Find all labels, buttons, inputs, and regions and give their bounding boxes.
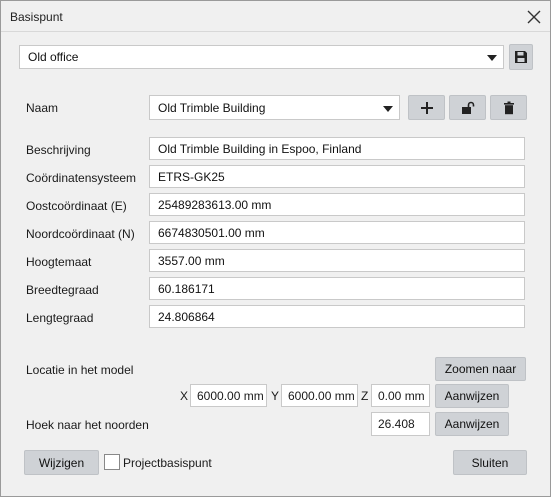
hoogte-value: 3557.00 mm	[158, 253, 225, 268]
hoogte-field[interactable]: 3557.00 mm	[149, 249, 525, 272]
preset-select[interactable]: Old office	[19, 45, 504, 69]
y-coordinate-value: 6000.00 mm	[288, 388, 355, 403]
modify-button-label: Wijzigen	[38, 455, 85, 470]
y-axis-label: Y	[271, 389, 280, 403]
x-coordinate-value: 6000.00 mm	[197, 388, 264, 403]
pick-north-button-label: Aanwijzen	[444, 417, 500, 431]
coordsys-field[interactable]: ETRS-GK25	[149, 165, 525, 188]
close-button[interactable]: Sluiten	[453, 450, 527, 475]
oost-value: 25489283613.00 mm	[158, 197, 272, 212]
naam-select-value: Old Trimble Building	[158, 100, 266, 115]
add-button[interactable]	[408, 95, 445, 120]
project-basepoint-label: Projectbasispunt	[123, 456, 212, 470]
pick-location-button-label: Aanwijzen	[444, 389, 500, 403]
location-label: Locatie in het model	[26, 363, 134, 377]
close-button-label: Sluiten	[471, 455, 509, 470]
close-icon[interactable]	[524, 7, 544, 27]
lock-button[interactable]	[449, 95, 486, 120]
save-preset-button[interactable]	[509, 44, 533, 70]
pick-location-button[interactable]: Aanwijzen	[435, 384, 509, 408]
chevron-down-icon	[383, 105, 393, 112]
beschrijving-value: Old Trimble Building in Espoo, Finland	[158, 141, 362, 156]
breedte-value: 60.186171	[158, 281, 215, 296]
beschrijving-label: Beschrijving	[26, 143, 91, 157]
zoom-to-button-label: Zoomen naar	[444, 362, 517, 376]
unlock-icon	[461, 101, 474, 114]
naam-select[interactable]: Old Trimble Building	[149, 95, 400, 120]
lengte-value: 24.806864	[158, 309, 215, 324]
north-angle-value: 26.408	[378, 417, 415, 431]
project-basepoint-checkbox[interactable]	[104, 454, 120, 470]
noord-label: Noordcoördinaat (N)	[26, 227, 135, 241]
lengte-field[interactable]: 24.806864	[149, 305, 525, 328]
breedte-field[interactable]: 60.186171	[149, 277, 525, 300]
oost-field[interactable]: 25489283613.00 mm	[149, 193, 525, 216]
hoogte-label: Hoogtemaat	[26, 255, 92, 269]
north-angle-field[interactable]: 26.408	[371, 412, 430, 436]
modify-button[interactable]: Wijzigen	[24, 450, 99, 475]
pick-north-button[interactable]: Aanwijzen	[435, 412, 509, 436]
preset-select-value: Old office	[28, 50, 79, 64]
title-bar: Basispunt	[1, 1, 550, 32]
noord-field[interactable]: 6674830501.00 mm	[149, 221, 525, 244]
floppy-disk-icon	[515, 51, 527, 63]
x-axis-label: X	[180, 389, 189, 403]
chevron-down-icon	[487, 55, 497, 61]
window-title: Basispunt	[10, 10, 63, 24]
z-axis-label: Z	[361, 389, 369, 403]
lengte-label: Lengtegraad	[26, 311, 94, 325]
delete-button[interactable]	[490, 95, 527, 120]
zoom-to-button[interactable]: Zoomen naar	[435, 357, 526, 381]
coordsys-value: ETRS-GK25	[158, 169, 225, 184]
y-coordinate-field[interactable]: 6000.00 mm	[281, 384, 358, 407]
breedte-label: Breedtegraad	[26, 283, 99, 297]
north-angle-label: Hoek naar het noorden	[26, 418, 149, 432]
x-coordinate-field[interactable]: 6000.00 mm	[190, 384, 267, 407]
basispunt-dialog: Basispunt Old office Naam Old Trimble Bu…	[0, 0, 551, 497]
trash-icon	[503, 101, 514, 114]
z-coordinate-value: 0.00 mm	[378, 388, 425, 403]
z-coordinate-field[interactable]: 0.00 mm	[371, 384, 430, 407]
coordsys-label: Coördinatensysteem	[26, 171, 137, 185]
beschrijving-field[interactable]: Old Trimble Building in Espoo, Finland	[149, 137, 525, 160]
naam-label: Naam	[26, 101, 59, 115]
noord-value: 6674830501.00 mm	[158, 225, 265, 240]
plus-icon	[420, 101, 433, 114]
oost-label: Oostcoördinaat (E)	[26, 199, 127, 213]
